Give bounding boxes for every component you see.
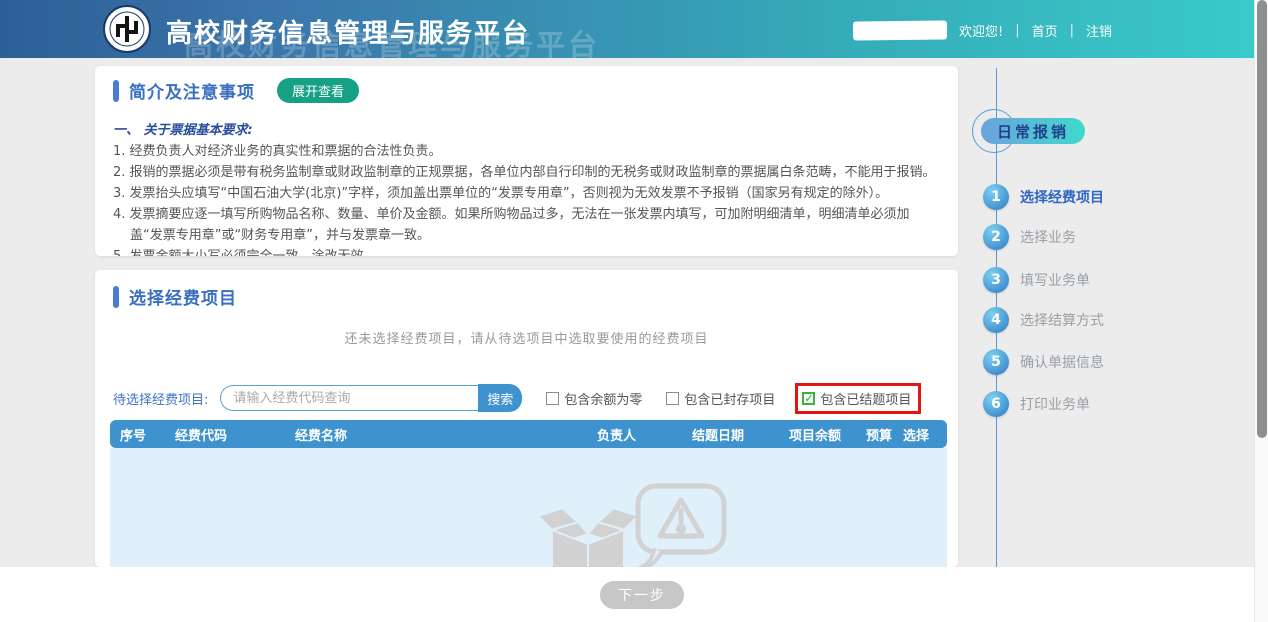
checkbox-checked-icon[interactable]: ✓	[802, 392, 815, 405]
user-area: 欢迎您! | 首页 | 注销	[853, 20, 1112, 40]
welcome-text: 欢迎您!	[959, 21, 1003, 40]
col-header-balance: 项目余额	[779, 425, 856, 444]
select-funding-panel: 选择经费项目 还未选择经费项目，请从待选项目中选取要使用的经费项目 待选择经费项…	[95, 270, 958, 567]
warning-bubble-icon	[638, 486, 724, 567]
nav-separator: |	[1015, 23, 1019, 38]
checkbox-label: 包含余额为零	[564, 389, 642, 408]
checkbox-include-closed-projects[interactable]: ✓ 包含已结题项目	[802, 389, 911, 408]
select-panel-title: 选择经费项目	[129, 284, 237, 309]
daily-reimbursement-badge: 日常报销	[981, 118, 1085, 144]
empty-box-icon	[538, 508, 638, 567]
title-accent-bar	[113, 80, 119, 102]
username-redacted	[853, 20, 947, 40]
note-item: 3. 发票抬头应填写“中国石油大学(北京)”字样，须加盖出票单位的“发票专用章”…	[130, 183, 938, 204]
scrollbar-thumb[interactable]	[1257, 0, 1267, 438]
note-item: 4. 发票摘要应逐一填写所购物品名称、数量、单价及金额。如果所购物品过多，无法在…	[130, 204, 938, 246]
step-6-print-form: 6 打印业务单	[983, 391, 1090, 417]
app-title: 高校财务信息管理与服务平台	[166, 13, 530, 50]
step-label: 填写业务单	[1020, 270, 1090, 290]
step-5-confirm-info: 5 确认单据信息	[983, 349, 1104, 375]
next-step-button[interactable]: 下一步	[600, 581, 684, 609]
note-item: 5. 发票金额大小写必须完全一致，涂改无效	[130, 246, 938, 256]
note-item: 2. 报销的票据必须是带有税务监制章或财政监制章的正规票据，各单位内部自行印制的…	[130, 162, 938, 183]
expand-view-button[interactable]: 展开查看	[277, 78, 359, 103]
red-highlight-box: ✓ 包含已结题项目	[795, 383, 921, 414]
step-number-circle: 2	[983, 224, 1009, 250]
step-label: 选择结算方式	[1020, 310, 1104, 330]
search-button[interactable]: 搜索	[478, 384, 522, 412]
col-header-funding-code: 经费代码	[165, 425, 285, 444]
funding-code-search-input[interactable]	[220, 385, 478, 411]
checkbox-unchecked-icon[interactable]	[666, 392, 679, 405]
checkbox-label: 包含已结题项目	[820, 389, 911, 408]
page: 高校财务信息管理与服务平台 高校财务信息管理与服务平台 欢迎您! | 首页 | …	[0, 0, 1268, 622]
step-3-fill-form: 3 填写业务单	[983, 267, 1090, 293]
funding-search-row: 待选择经费项目: 搜索 包含余额为零 包含已封存项目 ✓ 包含已结题项目	[113, 384, 921, 412]
step-number-circle: 4	[983, 307, 1009, 333]
col-header-select: 选择	[893, 425, 947, 444]
intro-notes-panel: 简介及注意事项 展开查看 一、 关于票据基本要求: 1. 经费负责人对经济业务的…	[95, 66, 958, 256]
university-logo-icon	[103, 5, 151, 53]
step-number-circle: 1	[983, 184, 1009, 210]
step-label: 打印业务单	[1020, 394, 1090, 414]
step-label: 选择经费项目	[1020, 187, 1104, 207]
empty-state-icon	[438, 478, 738, 567]
step-2-select-business: 2 选择业务	[983, 224, 1076, 250]
col-header-close-date: 结题日期	[682, 425, 779, 444]
intro-panel-title: 简介及注意事项	[129, 78, 255, 103]
no-selection-message: 还未选择经费项目，请从待选项目中选取要使用的经费项目	[95, 328, 958, 347]
funding-table-header: 序号 经费代码 经费名称 负责人 结题日期 项目余额 预算 选择	[110, 420, 947, 448]
step-label: 确认单据信息	[1020, 352, 1104, 372]
checkbox-include-sealed-projects[interactable]: 包含已封存项目	[666, 389, 775, 408]
title-accent-bar	[113, 286, 119, 308]
notes-section-heading: 一、 关于票据基本要求:	[113, 120, 938, 141]
step-label: 选择业务	[1020, 227, 1076, 247]
nav-separator: |	[1070, 23, 1074, 38]
note-item: 1. 经费负责人对经济业务的真实性和票据的合法性负责。	[130, 141, 938, 162]
footer-bar: 下一步	[0, 567, 1254, 622]
funding-table-empty-body	[110, 448, 947, 567]
search-label: 待选择经费项目:	[113, 389, 208, 408]
invoice-notes: 一、 关于票据基本要求: 1. 经费负责人对经济业务的真实性和票据的合法性负责。…	[113, 120, 938, 256]
col-header-funding-name: 经费名称	[285, 425, 587, 444]
step-number-circle: 5	[983, 349, 1009, 375]
checkbox-include-zero-balance[interactable]: 包含余额为零	[546, 389, 642, 408]
step-1-select-funding: 1 选择经费项目	[983, 184, 1104, 210]
step-4-settlement-method: 4 选择结算方式	[983, 307, 1104, 333]
checkbox-unchecked-icon[interactable]	[546, 392, 559, 405]
col-header-budget: 预算	[856, 425, 893, 444]
vertical-scrollbar[interactable]	[1254, 0, 1268, 622]
header-bar: 高校财务信息管理与服务平台 高校财务信息管理与服务平台 欢迎您! | 首页 | …	[0, 0, 1268, 58]
col-header-manager: 负责人	[587, 425, 682, 444]
step-number-circle: 3	[983, 267, 1009, 293]
nav-logout-link[interactable]: 注销	[1086, 21, 1112, 40]
nav-home-link[interactable]: 首页	[1032, 21, 1058, 40]
col-header-index: 序号	[110, 425, 165, 444]
step-number-circle: 6	[983, 391, 1009, 417]
checkbox-label: 包含已封存项目	[684, 389, 775, 408]
